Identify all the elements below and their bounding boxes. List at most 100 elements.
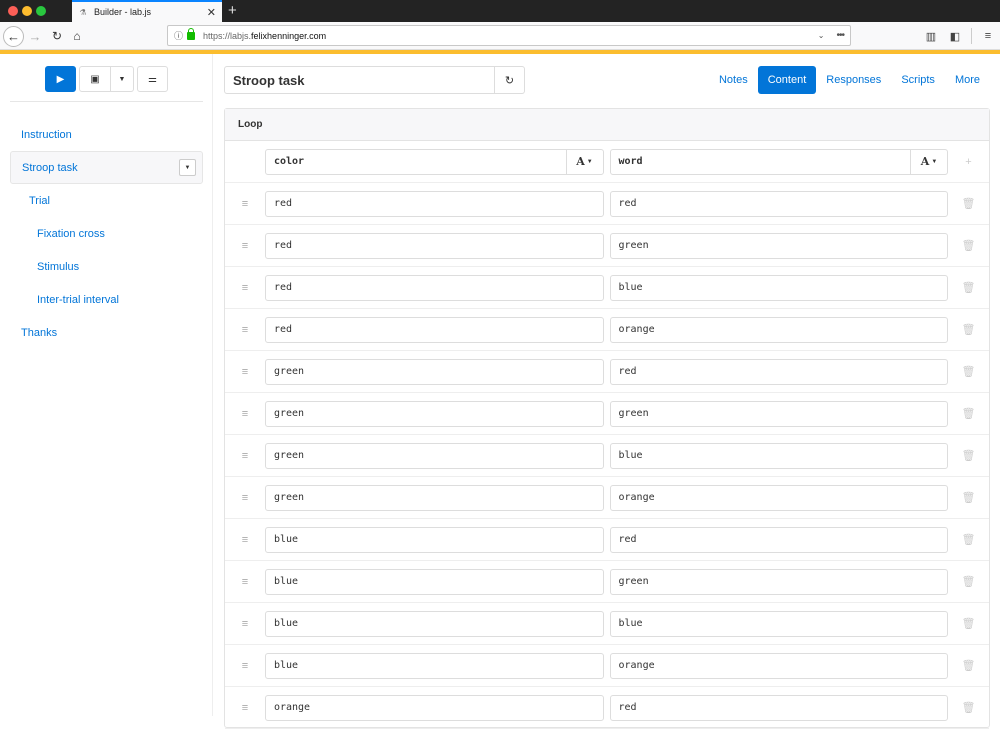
- column-type-button[interactable]: A ▼: [910, 149, 947, 174]
- cell-input[interactable]: red: [609, 358, 949, 385]
- drag-handle-icon[interactable]: ≡: [225, 408, 265, 420]
- trash-icon[interactable]: 🗑: [948, 407, 989, 420]
- window-minimize-button[interactable]: [22, 6, 32, 16]
- component-title-input[interactable]: Stroop task: [224, 66, 495, 94]
- trash-icon[interactable]: 🗑: [948, 281, 989, 294]
- cell-input[interactable]: green: [609, 232, 949, 259]
- trash-icon[interactable]: 🗑: [948, 365, 989, 378]
- tab-responses[interactable]: Responses: [816, 66, 891, 94]
- save-dropdown-button[interactable]: ▼: [111, 66, 134, 92]
- trash-icon[interactable]: 🗑: [948, 197, 989, 210]
- sidebar-divider: [10, 101, 203, 102]
- cell-input[interactable]: red: [264, 190, 604, 217]
- cell-input[interactable]: blue: [264, 610, 604, 637]
- cell-input[interactable]: blue: [609, 610, 949, 637]
- drag-handle-icon[interactable]: ≡: [225, 324, 265, 336]
- trash-icon[interactable]: 🗑: [948, 617, 989, 630]
- options-button[interactable]: ⚌: [137, 66, 168, 92]
- drag-handle-icon[interactable]: ≡: [225, 534, 265, 546]
- add-column-button[interactable]: +: [948, 156, 989, 168]
- cell-input[interactable]: blue: [264, 652, 604, 679]
- drag-handle-icon[interactable]: ≡: [225, 660, 265, 672]
- menu-icon[interactable]: ≡: [976, 30, 1000, 42]
- chevron-down-icon[interactable]: ⌄: [818, 31, 825, 40]
- cell-input[interactable]: red: [609, 190, 949, 217]
- tree-item-inter-trial-interval[interactable]: Inter-trial interval: [10, 283, 203, 316]
- library-icon[interactable]: ▥: [919, 30, 943, 43]
- cell-input[interactable]: green: [264, 484, 604, 511]
- run-button[interactable]: ▶: [45, 66, 76, 92]
- cell-input[interactable]: blue: [264, 568, 604, 595]
- cell-input[interactable]: green: [609, 568, 949, 595]
- browser-tab[interactable]: ⚗ Builder - lab.js ✕: [72, 0, 222, 22]
- column-name-input[interactable]: word: [611, 156, 911, 167]
- url-prefix: https://labjs.: [203, 30, 252, 41]
- info-icon[interactable]: ⓘ: [174, 29, 183, 42]
- tree-item-instruction[interactable]: Instruction: [10, 118, 203, 151]
- back-button[interactable]: ←: [3, 26, 24, 47]
- reset-title-button[interactable]: ↻: [495, 66, 525, 94]
- drag-handle-icon[interactable]: ≡: [225, 282, 265, 294]
- cell-input[interactable]: green: [264, 400, 604, 427]
- cell-input[interactable]: green: [264, 442, 604, 469]
- window-zoom-button[interactable]: [36, 6, 46, 16]
- cell-input[interactable]: green: [264, 358, 604, 385]
- trash-icon[interactable]: 🗑: [948, 323, 989, 336]
- cell-input[interactable]: red: [264, 274, 604, 301]
- drag-handle-icon[interactable]: ≡: [225, 366, 265, 378]
- column-name-input[interactable]: color: [266, 156, 566, 167]
- cell-input[interactable]: orange: [609, 652, 949, 679]
- caret-down-icon[interactable]: ▼: [179, 159, 196, 176]
- page-actions-icon[interactable]: •••: [836, 30, 844, 41]
- forward-button[interactable]: →: [28, 26, 42, 46]
- drag-handle-icon[interactable]: ≡: [225, 240, 265, 252]
- tab-notes[interactable]: Notes: [709, 66, 758, 94]
- tree-item-stimulus[interactable]: Stimulus: [10, 250, 203, 283]
- cell-input[interactable]: red: [609, 694, 949, 721]
- title-group: Stroop task ↻: [224, 66, 525, 94]
- cell-input[interactable]: green: [609, 400, 949, 427]
- cell-input[interactable]: red: [264, 232, 604, 259]
- window-close-button[interactable]: [8, 6, 18, 16]
- tree-item-fixation-cross[interactable]: Fixation cross: [10, 217, 203, 250]
- close-tab-icon[interactable]: ✕: [207, 6, 216, 19]
- save-button[interactable]: ▣: [79, 66, 111, 92]
- column-type-button[interactable]: A ▼: [565, 149, 603, 174]
- tab-more[interactable]: More: [945, 66, 990, 94]
- drag-handle-icon[interactable]: ≡: [225, 702, 265, 714]
- cell-input[interactable]: orange: [609, 484, 949, 511]
- sidebar-icon[interactable]: ◧: [943, 30, 967, 43]
- tree-item-stroop-task[interactable]: Stroop task ▼: [10, 151, 203, 184]
- reload-button[interactable]: ↻: [50, 26, 64, 46]
- cell-input[interactable]: blue: [264, 526, 604, 553]
- drag-handle-icon[interactable]: ≡: [225, 450, 265, 462]
- cell-input[interactable]: blue: [609, 442, 949, 469]
- trash-icon[interactable]: 🗑: [948, 701, 989, 714]
- cell-input[interactable]: red: [264, 316, 604, 343]
- table-row: ≡ green blue 🗑: [225, 435, 989, 477]
- flask-icon: ⚗: [79, 7, 87, 17]
- cell-input[interactable]: orange: [264, 694, 604, 721]
- tab-scripts[interactable]: Scripts: [891, 66, 945, 94]
- tree-item-trial[interactable]: Trial: [10, 184, 203, 217]
- trash-icon[interactable]: 🗑: [948, 239, 989, 252]
- new-tab-button[interactable]: +: [228, 2, 237, 19]
- trash-icon[interactable]: 🗑: [948, 575, 989, 588]
- url-text[interactable]: https://labjs.felixhenninger.com: [203, 31, 818, 41]
- cell-input[interactable]: red: [609, 526, 949, 553]
- trash-icon[interactable]: 🗑: [948, 491, 989, 504]
- trash-icon[interactable]: 🗑: [948, 533, 989, 546]
- column-header: color A ▼: [264, 148, 604, 175]
- trash-icon[interactable]: 🗑: [948, 449, 989, 462]
- home-button[interactable]: ⌂: [70, 26, 84, 46]
- drag-handle-icon[interactable]: ≡: [225, 492, 265, 504]
- cell-input[interactable]: blue: [609, 274, 949, 301]
- trash-icon[interactable]: 🗑: [948, 659, 989, 672]
- drag-handle-icon[interactable]: ≡: [225, 618, 265, 630]
- drag-handle-icon[interactable]: ≡: [225, 198, 265, 210]
- tree-item-thanks[interactable]: Thanks: [10, 316, 203, 349]
- drag-handle-icon[interactable]: ≡: [225, 576, 265, 588]
- cell-input[interactable]: orange: [609, 316, 949, 343]
- tab-content[interactable]: Content: [757, 66, 817, 94]
- url-bar[interactable]: ⓘ https://labjs.felixhenninger.com ⌄ •••: [167, 25, 851, 46]
